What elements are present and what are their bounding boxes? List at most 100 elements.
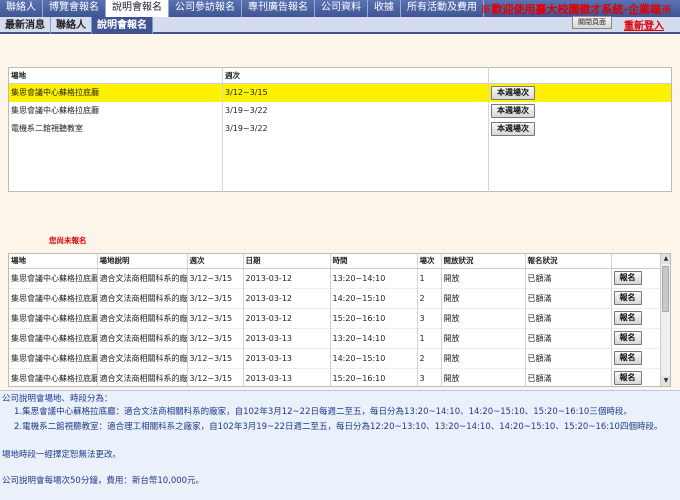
column-header-open-status: 開放狀況 xyxy=(440,254,525,269)
empty-row xyxy=(9,137,672,156)
date-cell: 2013-03-12 xyxy=(242,308,330,329)
open-status-cell: 開放 xyxy=(440,368,525,386)
venue-cell: 集思會議中心蘇格拉底廳 xyxy=(8,83,223,102)
registration-status-title: 您尚未報名 xyxy=(49,236,87,245)
this-week-sessions-button[interactable]: 本週場次 xyxy=(491,85,535,100)
date-cell: 2013-03-12 xyxy=(242,288,330,309)
register-button[interactable]: 報名 xyxy=(613,271,642,285)
open-status-cell: 開放 xyxy=(440,268,525,289)
register-button[interactable]: 報名 xyxy=(613,311,642,325)
date-cell: 2013-03-12 xyxy=(242,268,330,289)
table-row[interactable]: 集思會議中心蘇格拉底廳 3/12~3/15 本週場次 xyxy=(8,83,672,102)
date-cell: 2013-03-13 xyxy=(242,328,330,349)
venue-desc-cell: 適合文法商相關科系的廠家 xyxy=(96,348,187,369)
open-status-cell: 開放 xyxy=(440,288,525,309)
table-row[interactable]: 電機系二館視聽教室 3/19~3/22 本週場次 xyxy=(9,119,672,138)
top-nav-receipts[interactable]: 收據 xyxy=(368,0,401,17)
column-header-action xyxy=(488,67,672,84)
column-header-venue: 場地 xyxy=(9,254,97,269)
top-nav-briefing-registration[interactable]: 說明會報名 xyxy=(106,0,169,17)
venue-cell: 集思會議中心蘇格拉底廳 xyxy=(9,328,97,349)
register-button[interactable]: 報名 xyxy=(613,371,642,385)
venue-cell: 集思會議中心蘇格拉底廳 xyxy=(9,268,97,289)
time-cell: 13:20~14:10 xyxy=(329,268,417,289)
register-button[interactable]: 報名 xyxy=(613,331,642,345)
venue-desc-cell: 適合文法商相關科系的廠家 xyxy=(96,328,187,349)
this-week-sessions-button[interactable]: 本週場次 xyxy=(491,121,535,136)
date-cell: 2013-03-13 xyxy=(242,368,330,386)
week-cell: 3/12~3/15 xyxy=(186,288,243,309)
sub-nav-briefing-registration[interactable]: 說明會報名 xyxy=(92,17,153,34)
vertical-scrollbar[interactable]: ▲ ▼ xyxy=(660,254,670,386)
session-no-cell: 1 xyxy=(416,268,441,289)
week-cell: 3/12~3/15 xyxy=(186,308,243,329)
time-cell: 14:20~15:10 xyxy=(329,348,417,369)
week-cell: 3/12~3/15 xyxy=(186,348,243,369)
welcome-banner: ※歡迎使用臺大校園徵才系統-企業端※ xyxy=(480,3,672,16)
column-header-registration-status: 報名狀況 xyxy=(524,254,611,269)
time-cell: 15:20~16:10 xyxy=(329,308,417,329)
table-row: 集思會議中心蘇格拉底廳 適合文法商相關科系的廠家 3/12~3/15 2013-… xyxy=(9,308,661,329)
session-no-cell: 3 xyxy=(416,308,441,329)
session-no-cell: 2 xyxy=(416,348,441,369)
info-venue-line-2: 2.電機系二館視聽教室：適合理工相關科系之廠家，自102年3月19~22日週二至… xyxy=(14,422,663,432)
empty-row xyxy=(9,155,672,174)
column-header-venue: 場地 xyxy=(8,67,223,84)
table-header-row: 場地 週次 xyxy=(8,67,672,84)
column-header-venue-desc: 場地說明 xyxy=(96,254,187,269)
time-cell: 15:20~16:10 xyxy=(329,368,417,386)
info-heading: 公司說明會場地、時段分為： xyxy=(2,394,113,404)
time-cell: 14:20~15:10 xyxy=(329,288,417,309)
close-page-button[interactable]: 關閉頁面 xyxy=(572,16,612,29)
session-no-cell: 3 xyxy=(416,368,441,386)
top-nav-company-visit-registration[interactable]: 公司參訪報名 xyxy=(169,0,242,17)
venue-cell: 集思會議中心蘇格拉底廳 xyxy=(9,368,97,386)
open-status-cell: 開放 xyxy=(440,328,525,349)
top-nav-expo-registration[interactable]: 博覽會報名 xyxy=(43,0,106,17)
venue-desc-cell: 適合文法商相關科系的廠家 xyxy=(96,288,187,309)
venue-cell: 集思會議中心蘇格拉底廳 xyxy=(9,308,97,329)
week-cell: 3/12~3/15 xyxy=(186,368,243,386)
table-row: 集思會議中心蘇格拉底廳 適合文法商相關科系的廠家 3/12~3/15 2013-… xyxy=(9,328,661,349)
registration-status-cell: 已額滿 xyxy=(524,348,611,369)
info-note: 場地時段一經擇定恕無法更改。 xyxy=(2,450,122,460)
venue-desc-cell: 適合文法商相關科系的廠家 xyxy=(96,308,187,329)
column-header-week: 週次 xyxy=(222,67,489,84)
table-row: 集思會議中心蘇格拉底廳 適合文法商相關科系的廠家 3/12~3/15 2013-… xyxy=(9,288,661,309)
date-cell: 2013-03-13 xyxy=(242,348,330,369)
empty-row xyxy=(9,173,672,192)
sub-nav-latest-news[interactable]: 最新消息 xyxy=(0,17,51,34)
time-cell: 13:20~14:10 xyxy=(329,328,417,349)
venue-cell: 集思會議中心蘇格拉底廳 xyxy=(9,348,97,369)
column-header-session-no: 場次 xyxy=(416,254,441,269)
week-cell: 3/19~3/22 xyxy=(222,119,489,138)
registration-status-cell: 已額滿 xyxy=(524,308,611,329)
info-venue-line-1: 1.集思會議中心蘇格拉底廳：適合文法商相關科系的廠家，自102年3月12~22日… xyxy=(14,407,632,417)
relogin-link[interactable]: 重新登入 xyxy=(624,17,664,32)
top-nav-all-events-fees[interactable]: 所有活動及費用 xyxy=(401,0,484,17)
venue-desc-cell: 適合文法商相關科系的廠家 xyxy=(96,368,187,386)
scroll-up-arrow-icon[interactable]: ▲ xyxy=(661,254,670,264)
top-nav-company-info[interactable]: 公司資料 xyxy=(315,0,368,17)
week-cell: 3/12~3/15 xyxy=(186,328,243,349)
top-nav-ad-registration[interactable]: 專刊廣告報名 xyxy=(242,0,315,17)
week-cell: 3/12~3/15 xyxy=(222,83,489,102)
table-row: 集思會議中心蘇格拉底廳 適合文法商相關科系的廠家 3/12~3/15 2013-… xyxy=(9,368,661,386)
column-header-week: 週次 xyxy=(186,254,243,269)
info-panel: 公司說明會場地、時段分為： 1.集思會議中心蘇格拉底廳：適合文法商相關科系的廠家… xyxy=(0,390,680,500)
registration-status-cell: 已額滿 xyxy=(524,288,611,309)
scrollbar-thumb[interactable] xyxy=(662,266,669,312)
session-no-cell: 1 xyxy=(416,328,441,349)
table-row[interactable]: 集思會議中心蘇格拉底廳 3/19~3/22 本週場次 xyxy=(9,101,672,120)
register-button[interactable]: 報名 xyxy=(613,291,642,305)
session-table-container: 場地 場地說明 週次 日期 時間 場次 開放狀況 報名狀況 集思會議中心蘇格拉底… xyxy=(8,253,671,387)
this-week-sessions-button[interactable]: 本週場次 xyxy=(491,103,535,118)
week-cell: 3/12~3/15 xyxy=(186,268,243,289)
register-button[interactable]: 報名 xyxy=(613,351,642,365)
scroll-down-arrow-icon[interactable]: ▼ xyxy=(661,376,670,386)
sub-nav-contacts[interactable]: 聯絡人 xyxy=(51,17,92,34)
venue-cell: 電機系二館視聽教室 xyxy=(11,124,83,133)
top-nav-contacts[interactable]: 聯絡人 xyxy=(0,0,43,17)
venue-desc-cell: 適合文法商相關科系的廠家 xyxy=(96,268,187,289)
table-row: 集思會議中心蘇格拉底廳 適合文法商相關科系的廠家 3/12~3/15 2013-… xyxy=(9,348,661,369)
